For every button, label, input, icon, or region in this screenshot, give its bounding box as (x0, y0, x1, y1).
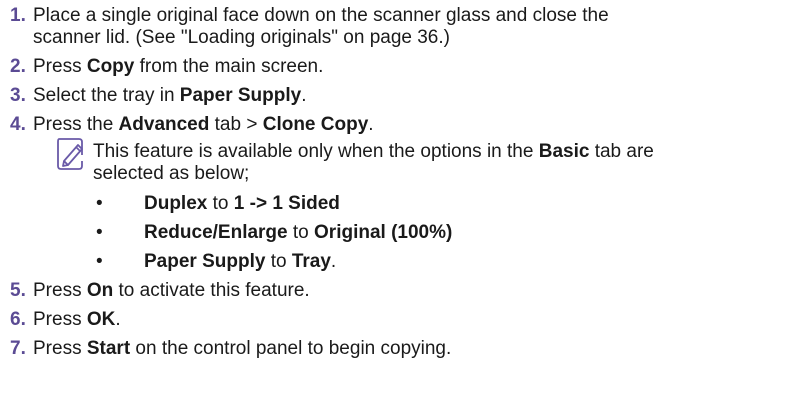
step-bold: On (86, 280, 114, 301)
step-number: 3. (10, 85, 26, 106)
step-bold: Paper Supply (179, 85, 302, 106)
step-4: 4. Press the Advanced tab > Clone Copy. (10, 114, 374, 136)
note-bullet: • Paper Supply to Tray. (96, 251, 336, 273)
bullet-bold-1: Duplex (144, 193, 208, 214)
note-text-line-2: selected as below; (93, 163, 250, 184)
step-number: 5. (10, 280, 26, 301)
bullet-mid: to (265, 251, 292, 272)
step-text-post: . (115, 309, 121, 330)
step-text-post: from the main screen. (134, 56, 324, 77)
step-number: 7. (10, 338, 26, 359)
step-text-pre: Press (33, 309, 87, 330)
step-bold: Copy (86, 56, 135, 77)
bullet-bold-1: Reduce/Enlarge (144, 222, 288, 243)
bullet-bold-1: Paper Supply (144, 251, 266, 272)
step-1-continuation: scanner lid. (See "Loading originals" on… (33, 27, 450, 48)
step-text-pre: Press (33, 56, 87, 77)
bullet-mid: to (207, 193, 234, 214)
step-bold-2: Clone Copy (262, 114, 369, 135)
step-text-post: to activate this feature. (113, 280, 310, 301)
bullet-bold-2: 1 -> 1 Sided (233, 193, 340, 214)
step-number: 2. (10, 56, 26, 77)
step-bold-1: Advanced (118, 114, 210, 135)
note-bullet: • Duplex to 1 -> 1 Sided (96, 193, 340, 215)
step-1: 1. Place a single original face down on t… (10, 5, 609, 27)
note-text-post: tab are (589, 141, 654, 162)
bullet-bold-2: Original (100%) (314, 222, 453, 243)
bullet-dot: • (96, 222, 103, 243)
step-number: 4. (10, 114, 26, 135)
bullet-dot: • (96, 193, 103, 214)
step-text-pre: Select the tray in (33, 85, 180, 106)
step-text-pre: Press (33, 338, 87, 359)
instruction-document: 1. Place a single original face down on t… (0, 0, 806, 411)
step-bold: OK (86, 309, 116, 330)
step-text-post: on the control panel to begin copying. (130, 338, 452, 359)
bullet-bold-2: Tray (291, 251, 331, 272)
note-bold: Basic (538, 141, 590, 162)
note-text: This feature is available only when the … (93, 141, 654, 163)
step-number: 6. (10, 309, 26, 330)
step-text-mid: tab > (209, 114, 263, 135)
step-text: Place a single original face down on the… (33, 5, 609, 26)
step-2: 2. Press Copy from the main screen. (10, 56, 323, 78)
note-text-pre: This feature is available only when the … (93, 141, 539, 162)
step-text-post: . (368, 114, 374, 135)
bullet-dot: • (96, 251, 103, 272)
step-7: 7. Press Start on the control panel to be… (10, 338, 451, 360)
step-text-post: . (301, 85, 307, 106)
step-5: 5. Press On to activate this feature. (10, 280, 310, 302)
bullet-mid: to (287, 222, 315, 243)
step-text-pre: Press (33, 280, 87, 301)
note-bullet: • Reduce/Enlarge to Original (100%) (96, 222, 452, 244)
note-pencil-icon (57, 138, 83, 170)
step-number: 1. (10, 5, 26, 26)
step-text-pre: Press the (33, 114, 119, 135)
bullet-post: . (330, 251, 337, 272)
step-6: 6. Press OK. (10, 309, 121, 331)
step-bold: Start (86, 338, 131, 359)
step-3: 3. Select the tray in Paper Supply. (10, 85, 307, 107)
